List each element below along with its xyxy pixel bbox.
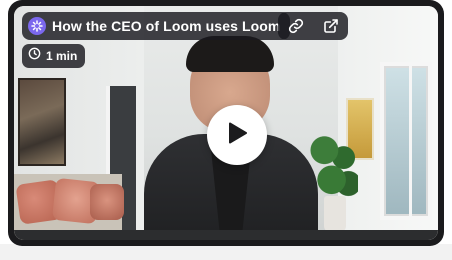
duration-badge: 1 min	[22, 44, 86, 68]
play-icon	[226, 121, 248, 150]
scene-painting-left	[18, 78, 66, 166]
external-link-icon[interactable]	[320, 15, 342, 37]
play-button[interactable]	[207, 105, 267, 165]
video-title[interactable]: How the CEO of Loom uses Loom	[52, 18, 280, 34]
presenter-hair	[186, 36, 274, 72]
clock-icon	[28, 47, 41, 65]
page: How the CEO of Loom uses Loom 1 min	[0, 0, 452, 260]
link-icon[interactable]	[285, 15, 307, 37]
video-actions	[278, 12, 348, 40]
scene-window	[380, 62, 432, 220]
video-embed[interactable]: How the CEO of Loom uses Loom 1 min	[8, 0, 444, 246]
duration-text: 1 min	[46, 49, 78, 63]
scene-floor	[14, 230, 438, 240]
video-title-bar[interactable]: How the CEO of Loom uses Loom	[22, 12, 291, 40]
scene-pillow	[90, 184, 124, 220]
scene-window-frame	[409, 62, 412, 220]
page-background-strip	[0, 244, 452, 260]
loom-logo-icon	[28, 17, 46, 35]
scene-plant-pot	[324, 196, 346, 232]
